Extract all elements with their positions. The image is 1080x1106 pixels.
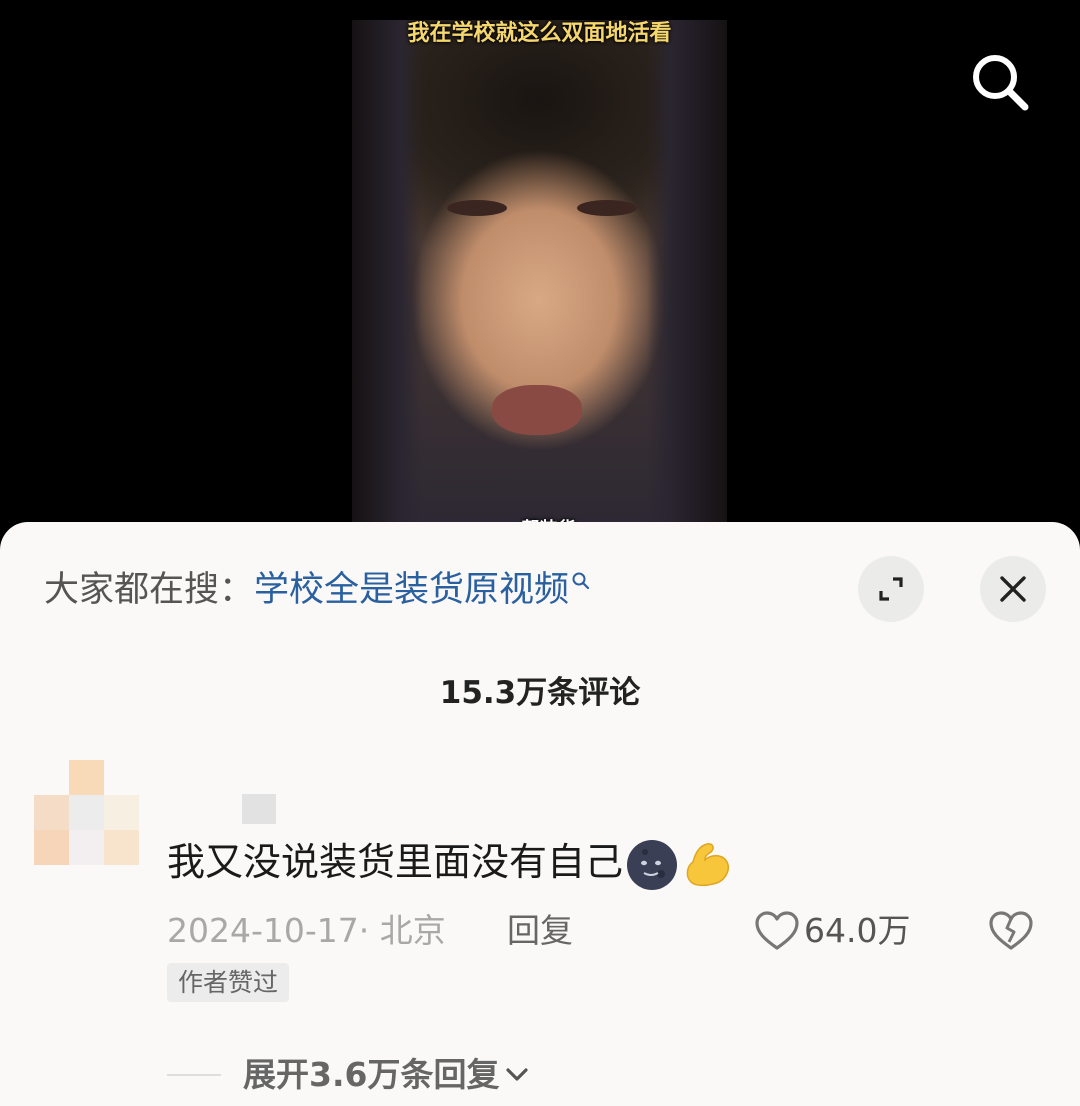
search-suggestion-link[interactable]: 学校全是装货原视频 [254, 570, 569, 610]
video-face-eye-left [447, 200, 507, 216]
comment-text: 我又没说装货里面没有自己 [167, 840, 624, 884]
search-suggestion[interactable]: 大家都在搜：学校全是装货原视频 [44, 565, 591, 615]
comments-panel: 大家都在搜：学校全是装货原视频 15.3万条评论 我又没说装货里面没有自己 20… [0, 522, 1080, 1106]
comment-body: 我又没说装货里面没有自己 [167, 834, 735, 892]
search-small-icon [572, 572, 590, 590]
reply-button[interactable]: 回复 [507, 907, 573, 955]
like-count: 64.0万 [804, 911, 911, 950]
comment-count-title: 15.3万条评论 [439, 675, 641, 711]
broken-heart-icon [989, 911, 1033, 950]
video-face-mouth [492, 385, 582, 435]
username[interactable] [242, 794, 276, 824]
video-frame[interactable]: 我在学校就这么双面地活看 一帮装货 [352, 20, 727, 540]
close-icon [1000, 576, 1026, 602]
like-button[interactable]: 64.0万 [754, 907, 910, 955]
expand-button[interactable] [858, 556, 924, 622]
search-suggestion-prefix: 大家都在搜： [44, 570, 255, 610]
avatar[interactable] [34, 760, 139, 865]
close-button[interactable] [980, 556, 1046, 622]
expand-replies-divider [167, 1074, 221, 1076]
expand-icon [879, 577, 903, 601]
dislike-button[interactable] [988, 908, 1034, 954]
expand-replies-label: 展开3.6万条回复 [243, 1055, 500, 1094]
search-icon[interactable] [968, 50, 1032, 114]
flexed-biceps-emoji [686, 842, 729, 886]
comment-date-location: 2024-10-17· 北京 [167, 911, 446, 950]
new-moon-face-emoji [627, 839, 678, 890]
video-shading-left [352, 20, 422, 540]
video-top-caption: 我在学校就这么双面地活看 [407, 21, 672, 46]
chevron-down-icon [506, 1068, 529, 1081]
video-player[interactable]: 我在学校就这么双面地活看 一帮装货 [0, 0, 1080, 540]
video-shading-right [647, 20, 727, 540]
author-liked-badge: 作者赞过 [167, 963, 290, 1002]
video-face-eye-right [577, 200, 637, 216]
heart-icon [755, 911, 799, 950]
expand-replies-button[interactable]: 展开3.6万条回复 [167, 1050, 531, 1100]
